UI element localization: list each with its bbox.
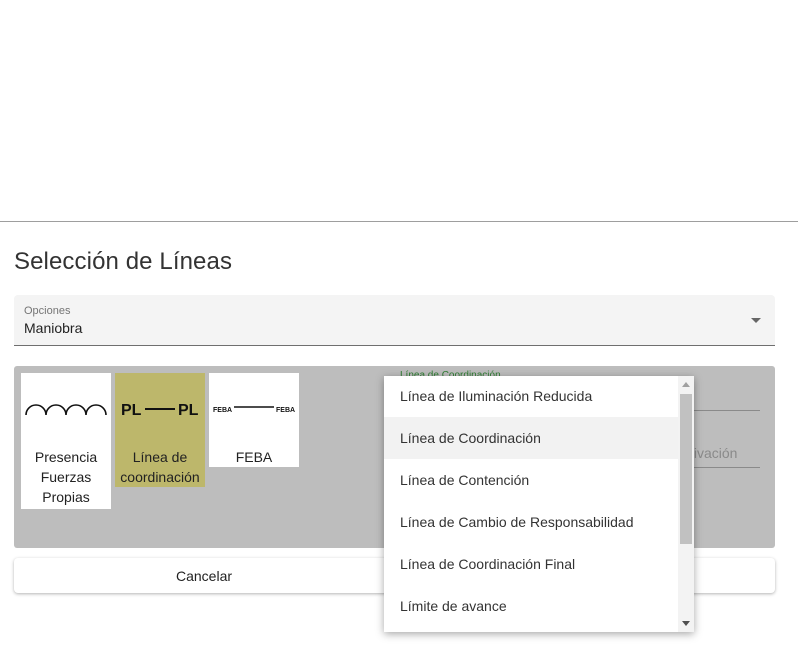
- dropdown-option[interactable]: Línea de Coordinación Final: [384, 543, 694, 585]
- svg-text:FEBA: FEBA: [213, 407, 232, 414]
- svg-text:PL: PL: [121, 402, 142, 419]
- symbol-card-label: FEBA: [235, 449, 273, 465]
- symbol-card-label: Presencia Fuerzas Propias: [34, 449, 98, 505]
- feba-icon: FEBA FEBA: [209, 373, 299, 445]
- activation-field-placeholder: tivación: [690, 445, 738, 461]
- scrollbar-thumb[interactable]: [680, 394, 692, 544]
- options-select-label: Opciones: [24, 305, 71, 317]
- dropdown-option[interactable]: Línea de Contención: [384, 459, 694, 501]
- symbol-card-feba[interactable]: FEBA FEBA FEBA: [209, 373, 299, 467]
- symbol-card-linea-coordinacion[interactable]: PL PL Línea de coordinación: [115, 373, 205, 487]
- options-select[interactable]: Opciones Maniobra: [14, 295, 775, 346]
- svg-text:FEBA: FEBA: [276, 407, 295, 414]
- chevron-down-icon[interactable]: [751, 318, 761, 323]
- scroll-up-icon[interactable]: [682, 382, 690, 387]
- dropdown-options: Línea de Iluminación Reducida Línea de C…: [384, 376, 694, 627]
- dropdown-option[interactable]: Línea de Iluminación Reducida: [384, 376, 694, 417]
- symbol-card-presencia[interactable]: Presencia Fuerzas Propias: [21, 373, 111, 509]
- line-type-dropdown[interactable]: Línea de Iluminación Reducida Línea de C…: [384, 376, 694, 632]
- scroll-down-icon[interactable]: [682, 621, 690, 626]
- dialog-title: Selección de Líneas: [14, 248, 233, 275]
- linea-coordinacion-icon: PL PL: [115, 373, 205, 445]
- dropdown-option[interactable]: Línea de Coordinación: [384, 417, 694, 459]
- cancel-button[interactable]: Cancelar: [14, 558, 394, 593]
- presencia-fuerzas-propias-icon: [21, 373, 111, 445]
- dropdown-scrollbar[interactable]: [678, 376, 694, 632]
- dropdown-option[interactable]: Línea de Cambio de Responsabilidad: [384, 501, 694, 543]
- svg-text:PL: PL: [178, 402, 199, 419]
- dropdown-option[interactable]: Límite de avance: [384, 585, 694, 627]
- symbol-card-label: Línea de coordinación: [120, 449, 200, 485]
- options-select-value: Maniobra: [24, 320, 83, 336]
- top-divider: [0, 221, 798, 222]
